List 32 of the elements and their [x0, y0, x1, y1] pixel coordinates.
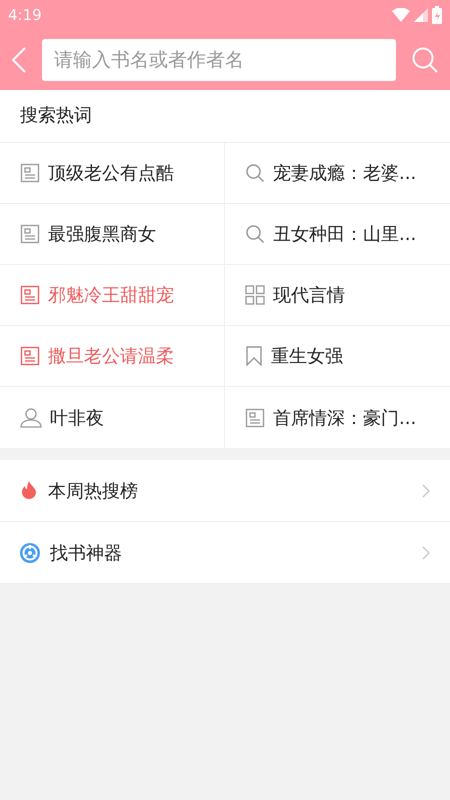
clock: 4:19 [8, 6, 42, 24]
menu-item[interactable]: 本周热搜榜 [0, 460, 450, 522]
document-icon [20, 285, 40, 305]
chevron-icon [422, 484, 430, 498]
document-icon [20, 163, 40, 183]
search-icon[interactable] [412, 47, 438, 73]
wifi-icon [392, 8, 410, 22]
back-icon[interactable] [12, 47, 26, 73]
menu-item[interactable]: 找书神器 [0, 522, 450, 584]
hot-word[interactable]: 叶非夜 [0, 387, 225, 448]
grid-icon [245, 285, 265, 305]
hot-word[interactable]: 宠妻成瘾：老婆... [225, 143, 450, 204]
search-icon [245, 163, 265, 183]
compass-icon [20, 542, 40, 562]
hot-word[interactable]: 顶级老公有点酷 [0, 143, 225, 204]
person-icon [20, 408, 42, 428]
hot-word[interactable]: 重生女强 [225, 326, 450, 387]
document-icon [20, 346, 40, 366]
section-title: 搜索热词 [0, 90, 450, 143]
document-icon [245, 408, 265, 428]
signal-icon [414, 8, 428, 22]
battery-icon [432, 6, 442, 24]
hot-word[interactable]: 最强腹黑商女 [0, 204, 225, 265]
search-icon [245, 224, 265, 244]
bookmark-icon [245, 346, 263, 366]
chevron-icon [422, 546, 430, 560]
hot-word[interactable]: 丑女种田：山里... [225, 204, 450, 265]
hot-word[interactable]: 首席情深：豪门... [225, 387, 450, 448]
document-icon [20, 224, 40, 244]
hot-word[interactable]: 现代言情 [225, 265, 450, 326]
flame-icon [20, 480, 38, 500]
search-field[interactable]: 请输入书名或者作者名 [42, 39, 396, 81]
